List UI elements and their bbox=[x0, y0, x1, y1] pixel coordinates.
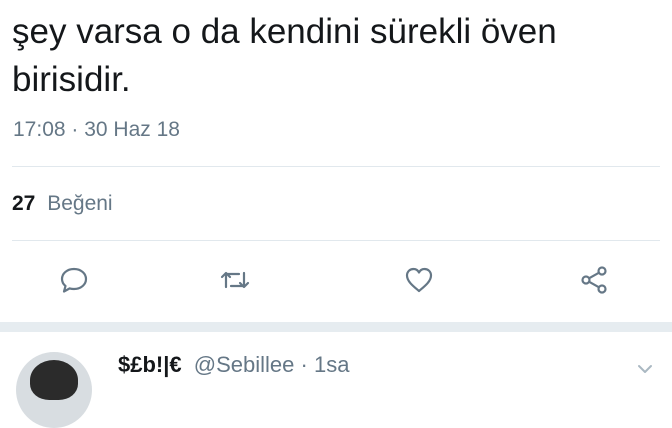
reply-separator: · bbox=[300, 352, 308, 377]
tweet-timestamp[interactable]: 17:08 · 30 Haz 18 bbox=[13, 118, 180, 142]
tweet-text: şey varsa o da kendini sürekli öven biri… bbox=[12, 8, 652, 104]
reply-button[interactable] bbox=[52, 258, 96, 302]
chevron-down-icon bbox=[638, 365, 652, 373]
like-button[interactable] bbox=[397, 258, 441, 302]
retweet-button[interactable] bbox=[213, 258, 257, 302]
likes-summary[interactable]: 27 Beğeni bbox=[12, 192, 113, 216]
section-separator bbox=[0, 322, 672, 332]
reply-tweet[interactable]: $£b!|€ @Sebillee · 1sa bbox=[0, 332, 672, 428]
more-options-button[interactable] bbox=[634, 358, 656, 380]
share-icon bbox=[581, 266, 607, 294]
like-icon bbox=[405, 267, 433, 293]
avatar[interactable] bbox=[16, 352, 92, 428]
likes-count: 27 bbox=[12, 192, 36, 215]
reply-header: $£b!|€ @Sebillee · 1sa bbox=[118, 352, 349, 378]
reply-author-handle[interactable]: @Sebillee bbox=[194, 352, 295, 377]
reply-icon bbox=[60, 267, 88, 293]
divider bbox=[12, 166, 660, 167]
share-button[interactable] bbox=[572, 258, 616, 302]
reply-author-name[interactable]: $£b!|€ bbox=[118, 352, 182, 377]
retweet-icon bbox=[220, 271, 250, 289]
tweet-text-line: şey varsa o da kendini sürekli öven bbox=[12, 12, 557, 51]
divider bbox=[12, 240, 660, 241]
action-bar bbox=[0, 258, 672, 302]
reply-time: 1sa bbox=[313, 352, 350, 377]
tweet-text-line: birisidir. bbox=[12, 60, 131, 99]
likes-label: Beğeni bbox=[47, 192, 113, 215]
